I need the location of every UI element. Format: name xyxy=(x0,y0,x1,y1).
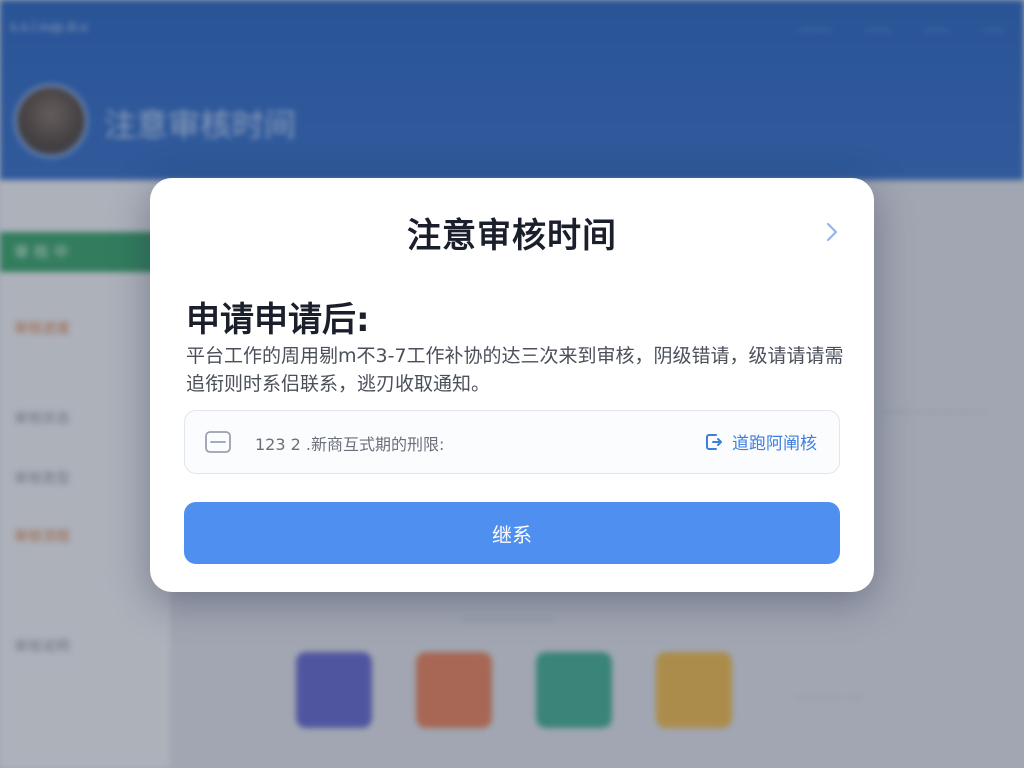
review-link-label: 道跑阿阐核 xyxy=(732,434,817,454)
info-box: 123 2 .新商互式期的刑限: 道跑阿阐核 xyxy=(184,410,840,474)
page: s.s.l.sup.d.u ........ ...... ...... ...… xyxy=(0,0,1024,768)
info-text: 123 2 .新商互式期的刑限: xyxy=(255,435,445,454)
review-time-dialog: 注意审核时间 申请申请后: 平台工作的周用剔m不3-7工作补协的达三次来到审核，… xyxy=(150,178,874,592)
section-heading: 申请申请后: xyxy=(186,300,370,340)
dialog-title: 注意审核时间 xyxy=(407,216,617,256)
document-icon xyxy=(205,431,231,453)
exit-icon xyxy=(704,432,724,452)
continue-button[interactable]: 继系 xyxy=(184,502,840,564)
dialog-description: 平台工作的周用剔m不3-7工作补协的达三次来到审核，阴级错请，级请请请需追衔则时… xyxy=(186,345,844,395)
review-link[interactable]: 道跑阿阐核 xyxy=(704,429,817,454)
chevron-right-icon[interactable] xyxy=(820,220,844,244)
